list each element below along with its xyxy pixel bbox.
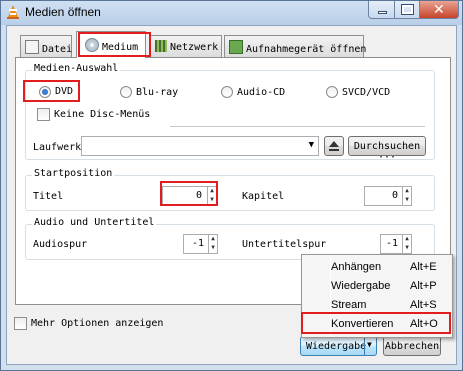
tab-capture-label: Aufnahmegerät öffnen xyxy=(246,44,367,55)
highlight-title xyxy=(160,181,218,206)
disc-type-audio-cd[interactable]: Audio-CD xyxy=(221,86,301,100)
more-options[interactable]: Mehr Optionen anzeigen xyxy=(14,317,164,331)
eject-button[interactable] xyxy=(324,136,344,156)
disc-type-svcd[interactable]: SVCD/VCD xyxy=(326,86,406,100)
device-select[interactable]: ▼ xyxy=(81,136,319,156)
highlight-tab-disc xyxy=(78,32,151,57)
minimize-icon xyxy=(378,11,387,14)
menu-item-shortcut: Alt+S xyxy=(410,299,437,311)
disc-type-bluray[interactable]: Blu-ray xyxy=(120,86,190,100)
bluray-radio[interactable] xyxy=(120,86,132,98)
tab-capture-device[interactable]: Aufnahmegerät öffnen xyxy=(224,35,367,57)
spin-down-icon[interactable]: ▼ xyxy=(403,243,411,252)
spin-up-icon[interactable]: ▲ xyxy=(403,186,411,195)
tab-network-label: Netzwerk xyxy=(170,42,219,53)
divider xyxy=(170,126,425,127)
eject-icon-bar xyxy=(329,149,339,151)
chevron-down-icon: ▼ xyxy=(308,140,314,150)
spin-down-icon[interactable]: ▼ xyxy=(209,243,217,252)
network-icon xyxy=(155,40,167,52)
minimize-button[interactable] xyxy=(368,1,395,19)
cancel-button[interactable]: Abbrechen xyxy=(383,336,441,356)
close-button[interactable]: ✕ xyxy=(419,1,459,19)
spin-up-icon[interactable]: ▲ xyxy=(403,234,411,243)
device-label: Laufwerk xyxy=(33,142,82,153)
disc-selection-title: Medien-Auswahl xyxy=(32,63,121,74)
chapter-spinner[interactable]: ▲ ▼ xyxy=(402,186,411,206)
eject-icon xyxy=(329,141,339,147)
svcd-radio[interactable] xyxy=(326,86,338,98)
play-dropdown-arrow[interactable]: ▼ xyxy=(364,336,377,356)
subtitle-track-label: Untertitelspur xyxy=(242,239,327,250)
capture-device-icon xyxy=(229,40,243,54)
menu-item-label: Wiedergabe xyxy=(331,280,391,292)
audio-track-label: Audiospur xyxy=(33,239,88,250)
window-title: Medien öffnen xyxy=(25,5,101,19)
start-position-title: Startposition xyxy=(32,168,115,179)
bluray-label: Blu-ray xyxy=(136,87,179,98)
no-disc-menus-label: Keine Disc-Menüs xyxy=(54,109,151,120)
cancel-label: Abbrechen xyxy=(384,341,440,352)
play-label: Wiedergabe xyxy=(306,341,367,352)
chapter-spinbox[interactable]: 0 ▲ ▼ xyxy=(364,186,412,206)
audio-track-spinbox[interactable]: -1 ▲ ▼ xyxy=(183,234,218,254)
maximize-button[interactable] xyxy=(394,1,420,19)
audio-cd-label: Audio-CD xyxy=(237,87,286,98)
audio-cd-radio[interactable] xyxy=(221,86,233,98)
close-icon: ✕ xyxy=(433,1,445,17)
highlight-convert xyxy=(301,312,451,334)
subtitle-track-spinbox[interactable]: -1 ▲ ▼ xyxy=(380,234,412,254)
title-label: Titel xyxy=(33,191,64,202)
chapter-label: Kapitel xyxy=(242,191,285,202)
audio-subtitles-title: Audio und Untertitel xyxy=(32,217,157,228)
subtitle-track-value: -1 xyxy=(385,238,398,249)
chevron-down-icon: ▼ xyxy=(367,340,372,349)
browse-button[interactable]: Durchsuchen ··· xyxy=(348,136,426,163)
menu-item-play[interactable]: Wiedergabe Alt+P xyxy=(304,278,450,296)
audio-track-value: -1 xyxy=(191,238,204,249)
spin-down-icon[interactable]: ▼ xyxy=(403,195,411,204)
more-options-checkbox[interactable] xyxy=(14,317,27,330)
no-disc-menus-checkbox[interactable] xyxy=(37,108,50,121)
no-disc-menus[interactable]: Keine Disc-Menüs xyxy=(37,108,167,122)
menu-item-enqueue[interactable]: Anhängen Alt+E xyxy=(304,259,450,277)
file-icon xyxy=(25,40,39,54)
tab-network[interactable]: Netzwerk xyxy=(150,35,222,57)
more-options-label: Mehr Optionen anzeigen xyxy=(31,318,164,329)
menu-item-label: Anhängen xyxy=(331,261,382,273)
highlight-dvd xyxy=(23,80,80,102)
menu-item-shortcut: Alt+P xyxy=(410,280,437,292)
spin-up-icon[interactable]: ▲ xyxy=(209,234,217,243)
tab-file[interactable]: Datei xyxy=(20,35,72,57)
audio-track-spinner[interactable]: ▲ ▼ xyxy=(208,234,217,254)
maximize-icon xyxy=(401,4,414,15)
tab-file-label: Datei xyxy=(42,44,73,55)
svcd-label: SVCD/VCD xyxy=(342,87,391,98)
subtitle-track-spinner[interactable]: ▲ ▼ xyxy=(402,234,411,254)
play-split-button[interactable]: Wiedergabe ▼ xyxy=(300,336,377,356)
menu-item-label: Stream xyxy=(331,299,367,311)
vlc-cone-icon xyxy=(6,5,20,19)
chapter-value: 0 xyxy=(391,190,398,201)
menu-item-shortcut: Alt+E xyxy=(410,261,437,273)
